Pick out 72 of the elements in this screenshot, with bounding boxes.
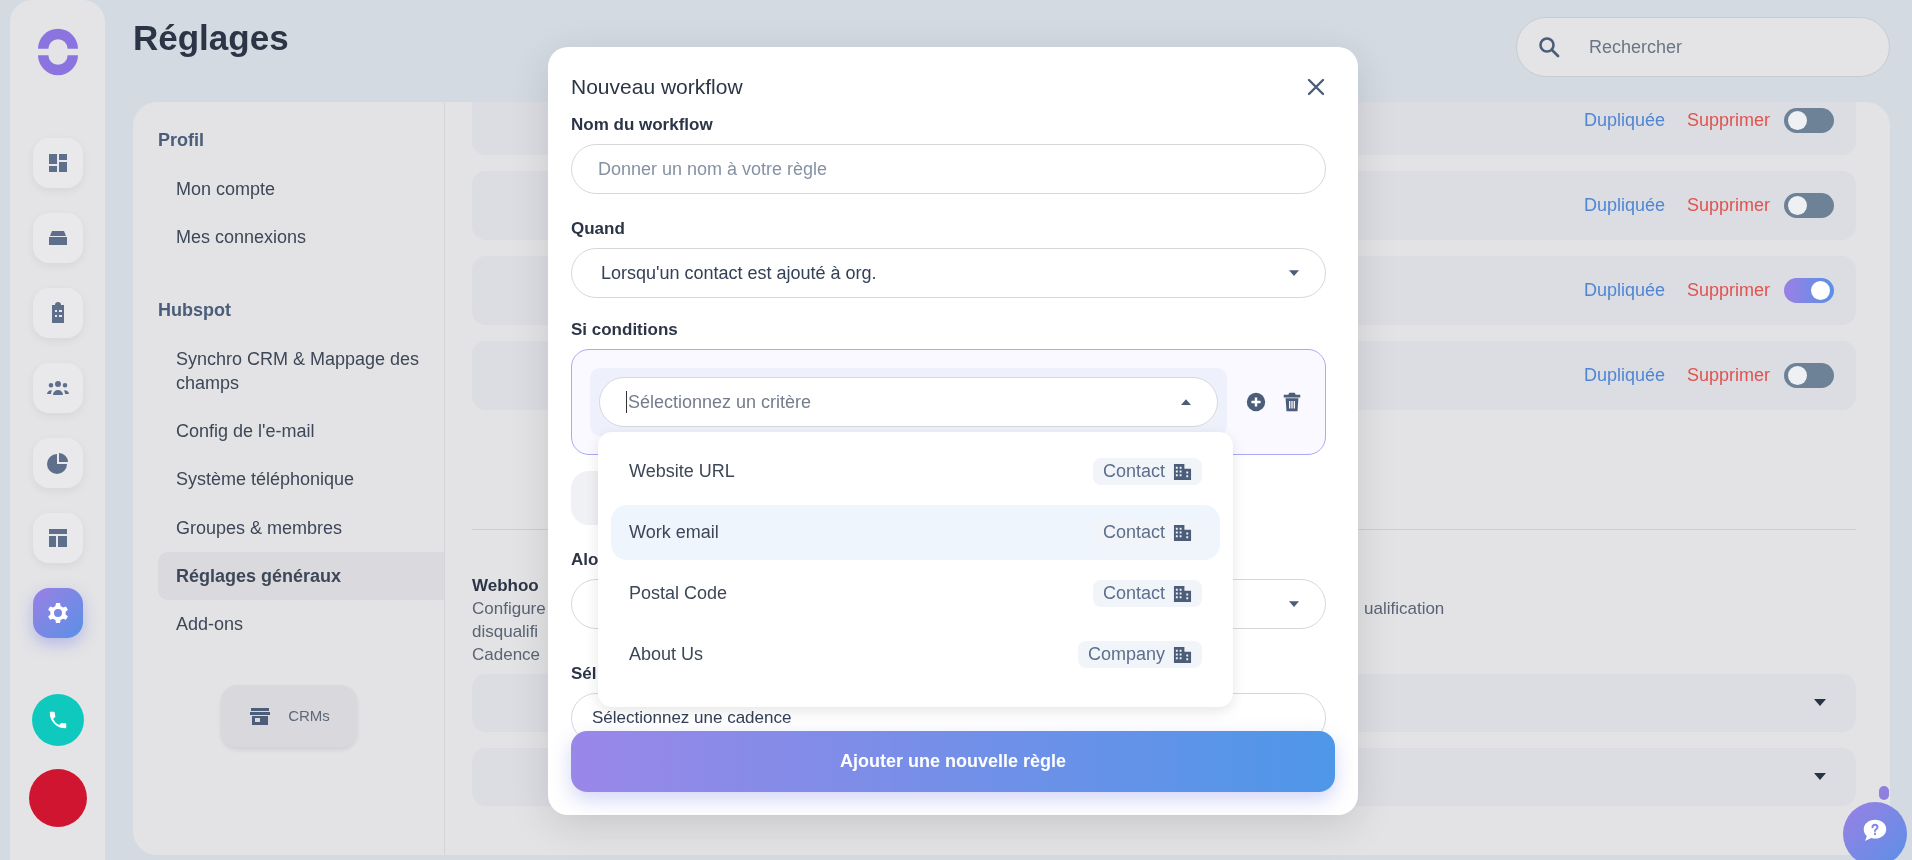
pie-chart-icon <box>45 451 70 475</box>
caret-icon <box>1289 269 1299 277</box>
field-label: Si conditions <box>571 320 678 340</box>
toggle-switch[interactable] <box>1784 193 1834 218</box>
page-title: Réglages <box>133 18 289 58</box>
settings-nav-button[interactable] <box>32 588 83 638</box>
menu-section-title: Hubspot <box>158 299 232 321</box>
field-label: Quand <box>571 219 625 239</box>
tag-text: Company <box>1087 644 1165 665</box>
select-value: Lorsqu'un contact est ajouté à org. <box>600 262 877 284</box>
toggle-switch[interactable] <box>1784 363 1834 388</box>
dashboard-nav-button[interactable] <box>32 138 83 188</box>
toggle-switch[interactable] <box>1784 278 1834 303</box>
menu-item[interactable]: Système téléphonique <box>158 455 444 504</box>
tag-text: Contact <box>1102 522 1165 543</box>
settings-icon <box>45 601 70 625</box>
caret-icon <box>1289 600 1299 608</box>
menu-item[interactable]: Config de l'e-mail <box>158 407 444 456</box>
building-icon <box>1173 584 1192 603</box>
caret-icon <box>1814 773 1826 781</box>
crms-button[interactable]: CRMs <box>221 684 357 747</box>
help-button[interactable] <box>1843 802 1907 860</box>
description-text: disqualifi <box>472 621 539 643</box>
caret-icon <box>1181 398 1191 406</box>
criterion-option[interactable]: Postal Code Contact <box>611 566 1220 621</box>
tag-text: Contact <box>1102 461 1165 482</box>
criterion-option[interactable]: About Us Company <box>611 627 1220 682</box>
menu-item[interactable]: Synchro CRM & Mappage des champs <box>158 334 444 408</box>
option-label: Work email <box>629 522 719 543</box>
select-placeholder: Sélectionnez un critère <box>628 391 813 413</box>
tasks-nav-button[interactable] <box>32 288 83 338</box>
name-field[interactable]: Donner un nom à votre règle <box>571 144 1326 194</box>
field-label: Alo <box>571 550 599 570</box>
avatar[interactable] <box>28 769 87 827</box>
menu-item[interactable]: Réglages généraux <box>158 552 444 601</box>
building-icon <box>1173 523 1192 542</box>
building-icon <box>1173 462 1192 481</box>
field-label: Nom du workflow <box>571 115 713 135</box>
search-icon <box>1537 35 1561 59</box>
trash-icon[interactable] <box>1281 391 1303 413</box>
caret-icon <box>1814 699 1826 707</box>
menu-item[interactable]: Add-ons <box>158 600 444 649</box>
search-field[interactable]: Rechercher <box>1587 35 1823 59</box>
toggle-switch[interactable] <box>1784 108 1834 133</box>
scrollbar-thumb[interactable] <box>1879 786 1889 800</box>
option-label: Postal Code <box>629 583 728 604</box>
select-value: Sélectionnez une cadence <box>592 708 792 728</box>
close-button[interactable] <box>1306 77 1326 97</box>
inbox-nav-button[interactable] <box>32 213 83 263</box>
description-text: Configure <box>472 598 546 620</box>
close-icon <box>1306 77 1326 97</box>
field-label: Sél <box>571 664 597 684</box>
add-icon[interactable] <box>1245 391 1267 413</box>
building-icon <box>1173 645 1192 664</box>
menu-item[interactable]: Mon compte <box>158 165 444 214</box>
option-label: About Us <box>629 644 704 665</box>
criterion-option[interactable]: Website URL Contact <box>611 444 1220 499</box>
criterion-option[interactable]: Work email Contact <box>611 505 1220 560</box>
team-nav-button[interactable] <box>32 363 83 413</box>
templates-nav-button[interactable] <box>32 513 83 563</box>
criterion-select[interactable]: Sélectionnez un critère <box>599 377 1218 427</box>
menu-item[interactable]: Mes connexions <box>158 213 444 262</box>
reports-nav-button[interactable] <box>32 438 83 488</box>
description-text: Cadence <box>472 644 541 666</box>
menu-item[interactable]: Groupes & membres <box>158 503 444 553</box>
section-title: Webhoo <box>472 576 539 596</box>
trigger-select[interactable]: Lorsqu'un contact est ajouté à org. <box>571 248 1326 298</box>
dialog-title: Nouveau workflow <box>571 75 743 99</box>
menu-section-title: Profil <box>158 130 205 151</box>
tag-text: Contact <box>1102 583 1165 604</box>
option-label: Website URL <box>629 461 735 482</box>
description-text: ualification <box>1364 598 1445 620</box>
